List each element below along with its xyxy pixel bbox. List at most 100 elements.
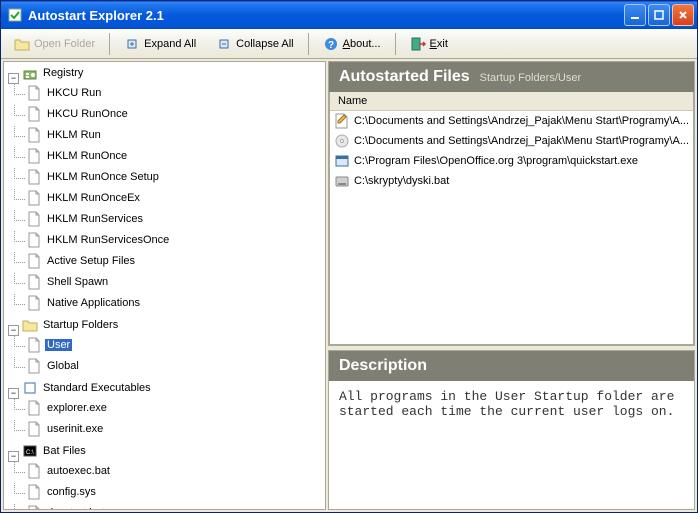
tree-node-label: HKCU RunOnce [45,108,130,120]
tree-node-label: User [45,339,72,351]
tree-node[interactable]: HKCU Run [26,85,103,101]
file-icon [26,169,42,185]
box-icon [22,380,38,396]
tree-toggle[interactable]: − [8,73,19,84]
tree-node-label: HKLM RunServicesOnce [45,234,171,246]
exit-icon [410,36,426,52]
file-icon [26,106,42,122]
open-folder-label: Open Folder [34,38,95,50]
file-icon [26,358,42,374]
tree-node-label: autoexec.bat [45,465,112,477]
tree-node[interactable]: C:\ Bat Files [22,443,88,459]
tree-node[interactable]: HKLM RunOnce [26,148,129,164]
right-panel: Autostarted Files Startup Folders/User N… [328,61,695,510]
file-path: C:\Program Files\OpenOffice.org 3\progra… [354,155,638,167]
file-icon [26,253,42,269]
expand-icon [124,36,140,52]
tree-node[interactable]: Shell Spawn [26,274,110,290]
tree-node-label: HKCU Run [45,87,103,99]
file-row[interactable]: C:\skrypty\dyski.bat [330,171,693,191]
close-button[interactable] [672,4,694,26]
tree-node[interactable]: HKLM RunOnce Setup [26,169,161,185]
tree-panel[interactable]: −RegistryHKCU RunHKCU RunOnceHKLM RunHKL… [3,61,326,510]
file-icon [26,85,42,101]
titlebar: Autostart Explorer 2.1 [1,1,697,29]
tree-node[interactable]: Registry [22,65,85,81]
description-panel: Description All programs in the User Sta… [328,350,695,510]
tree-node-label: explorer.exe [45,402,109,414]
minimize-button[interactable] [624,4,646,26]
expand-all-button[interactable]: Expand All [116,32,204,56]
tree-node-label: Global [45,360,81,372]
tree-node[interactable]: HKLM RunServicesOnce [26,232,171,248]
collapse-icon [216,36,232,52]
file-icon [26,463,42,479]
file-row[interactable]: C:\Program Files\OpenOffice.org 3\progra… [330,151,693,171]
tree-node-label: Standard Executables [41,382,153,394]
tree-node[interactable]: Startup Folders [22,317,120,333]
svg-text:C:\: C:\ [26,450,34,456]
file-icon [26,484,42,500]
main-header-subtitle: Startup Folders/User [480,72,581,84]
dos-icon: C:\ [22,443,38,459]
tree-toggle[interactable]: − [8,451,19,462]
file-type-icon [334,173,350,189]
collapse-all-button[interactable]: Collapse All [208,32,301,56]
tree-node-label: Bat Files [41,445,88,457]
tree-node[interactable]: HKLM Run [26,127,103,143]
file-row[interactable]: C:\Documents and Settings\Andrzej_Pajak\… [330,111,693,131]
tree-node[interactable]: HKLM RunOnceEx [26,190,142,206]
file-row[interactable]: C:\Documents and Settings\Andrzej_Pajak\… [330,131,693,151]
file-path: C:\Documents and Settings\Andrzej_Pajak\… [354,135,689,147]
help-icon: ? [323,36,339,52]
expand-all-label: Expand All [144,38,196,50]
tree-node[interactable]: dosstart.bat [26,505,106,510]
separator [308,33,309,55]
exit-button[interactable]: Exit [402,32,456,56]
reg-icon [22,65,38,81]
tree-node[interactable]: Standard Executables [22,380,153,396]
tree-node[interactable]: userinit.exe [26,421,105,437]
content-area: −RegistryHKCU RunHKCU RunOnceHKLM RunHKL… [1,59,697,512]
description-header: Description [329,351,694,381]
file-list[interactable]: Name C:\Documents and Settings\Andrzej_P… [329,92,694,345]
tree-node-label: Active Setup Files [45,255,137,267]
file-icon [26,295,42,311]
tree-node-label: Native Applications [45,297,142,309]
tree-node[interactable]: config.sys [26,484,98,500]
separator [395,33,396,55]
file-type-icon [334,153,350,169]
tree-node-label: Shell Spawn [45,276,110,288]
tree-node[interactable]: HKCU RunOnce [26,106,130,122]
tree-toggle[interactable]: − [8,325,19,336]
tree-node[interactable]: autoexec.bat [26,463,112,479]
tree-node-label: HKLM RunServices [45,213,145,225]
file-icon [26,421,42,437]
tree-node[interactable]: User [26,337,72,353]
tree-node[interactable]: Active Setup Files [26,253,137,269]
svg-text:?: ? [328,40,334,51]
file-list-container: Autostarted Files Startup Folders/User N… [328,61,695,346]
collapse-all-label: Collapse All [236,38,293,50]
open-folder-button[interactable]: Open Folder [6,32,103,56]
tree-node[interactable]: explorer.exe [26,400,109,416]
toolbar: Open Folder Expand All Collapse All ? Ab… [1,29,697,59]
file-icon [26,337,42,353]
tree-node-label: userinit.exe [45,423,105,435]
tree-node-label: dosstart.bat [45,507,106,510]
tree-toggle[interactable]: − [8,388,19,399]
tree-node[interactable]: Global [26,358,81,374]
app-icon [7,7,23,23]
list-column-header[interactable]: Name [330,92,693,111]
about-button[interactable]: ? About... [315,32,389,56]
about-label: About... [343,38,381,50]
tree-node-label: HKLM RunOnce Setup [45,171,161,183]
tree-node-label: HKLM RunOnceEx [45,192,142,204]
maximize-button[interactable] [648,4,670,26]
tree-node[interactable]: Native Applications [26,295,142,311]
tree-node[interactable]: HKLM RunServices [26,211,145,227]
description-text: All programs in the User Startup folder … [329,381,694,427]
file-path: C:\Documents and Settings\Andrzej_Pajak\… [354,115,689,127]
tree-node-label: HKLM RunOnce [45,150,129,162]
file-icon [26,400,42,416]
